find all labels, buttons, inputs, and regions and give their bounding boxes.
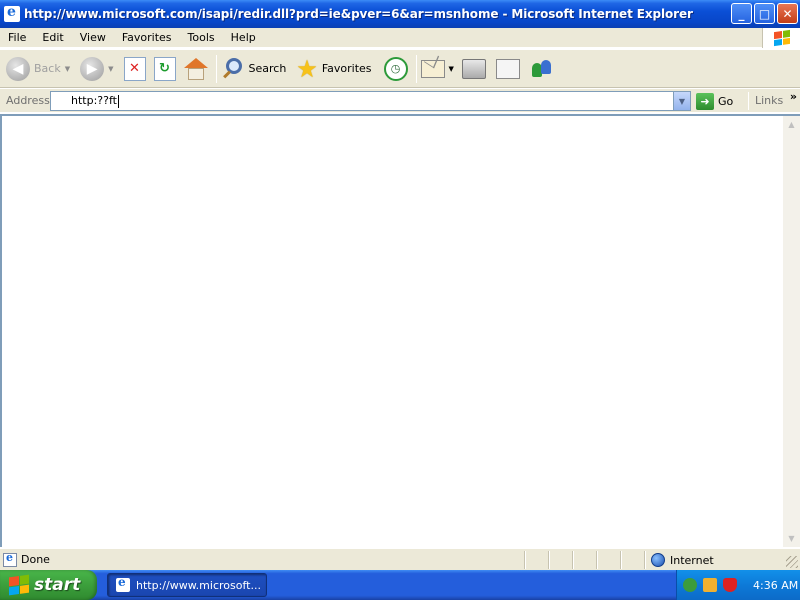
address-text[interactable]: http:??ft — [71, 94, 117, 107]
favorites-star-icon: ★ — [296, 54, 318, 83]
menu-tools[interactable]: Tools — [180, 31, 223, 44]
start-button[interactable]: start — [0, 570, 97, 600]
zone-label: Internet — [670, 553, 714, 567]
address-dropdown-icon[interactable]: ▼ — [673, 92, 690, 110]
text-caret — [117, 94, 119, 108]
search-label: Search — [248, 62, 287, 75]
print-button[interactable] — [461, 53, 486, 85]
address-bar: Address http:??ft ▼ ➜ Go Links » — [0, 89, 800, 113]
window-title: http://www.microsoft.com/isapi/redir.dll… — [24, 7, 693, 21]
go-button[interactable]: ➜ Go — [696, 91, 733, 111]
start-label: start — [34, 575, 81, 595]
search-button[interactable]: Search — [221, 53, 287, 85]
menu-file[interactable]: File — [0, 31, 34, 44]
status-panel — [596, 551, 620, 569]
go-label: Go — [718, 94, 734, 108]
search-icon — [221, 57, 245, 81]
messenger-icon — [530, 57, 554, 81]
taskbar: start http://www.microsoft... 4:36 AM — [0, 570, 800, 600]
menu-help[interactable]: Help — [223, 31, 264, 44]
links-separator — [748, 92, 749, 110]
menu-edit[interactable]: Edit — [34, 31, 71, 44]
menu-view[interactable]: View — [72, 31, 114, 44]
go-arrow-icon: ➜ — [696, 92, 714, 110]
messenger-button[interactable] — [530, 53, 554, 85]
window-controls: _ □ ✕ — [731, 3, 798, 24]
mail-icon — [420, 59, 445, 78]
security-shield-icon[interactable] — [723, 578, 737, 592]
address-label: Address — [6, 94, 50, 107]
status-panel — [572, 551, 596, 569]
back-label: Back — [34, 62, 61, 75]
back-button[interactable]: ◀ Back ▼ — [6, 53, 70, 85]
stop-icon: ✕ — [123, 56, 146, 81]
back-arrow-icon: ◀ — [6, 56, 30, 81]
status-panel — [548, 551, 572, 569]
update-icon[interactable] — [703, 578, 717, 592]
history-button[interactable]: ◷ — [383, 53, 408, 85]
windows-logo-icon — [762, 28, 800, 48]
menu-bar: File Edit View Favorites Tools Help — [0, 28, 800, 48]
refresh-button[interactable]: ↻ — [153, 53, 176, 85]
forward-arrow-icon: ▶ — [80, 56, 105, 81]
stop-button[interactable]: ✕ — [123, 53, 146, 85]
page-content[interactable] — [0, 114, 783, 547]
address-value[interactable]: http:??ft — [71, 94, 119, 108]
home-icon — [183, 57, 208, 81]
ie-logo-icon — [4, 4, 20, 22]
forward-dropdown-icon[interactable]: ▼ — [108, 65, 113, 73]
edit-button[interactable] — [495, 53, 520, 85]
links-label[interactable]: Links — [755, 94, 783, 107]
edit-page-icon — [495, 58, 520, 79]
mail-dropdown-icon[interactable]: ▼ — [449, 65, 454, 73]
status-panel — [524, 551, 548, 569]
taskbar-button-ie[interactable]: http://www.microsoft... — [107, 573, 267, 597]
status-panel — [620, 551, 644, 569]
page-status-icon — [3, 551, 17, 567]
standard-toolbar: ◀ Back ▼ ▶ ▼ ✕ ↻ Search ★ Favorites ◷ ▼ — [0, 49, 800, 88]
back-dropdown-icon[interactable]: ▼ — [65, 65, 70, 73]
refresh-icon: ↻ — [153, 56, 176, 81]
toolbar-separator — [215, 54, 217, 83]
taskbar-button-label: http://www.microsoft... — [136, 578, 261, 592]
favorites-button[interactable]: ★ Favorites — [296, 53, 371, 85]
maximize-button[interactable]: □ — [754, 3, 775, 24]
globe-icon — [651, 553, 665, 567]
status-text: Done — [21, 553, 50, 566]
security-zone[interactable]: Internet — [648, 551, 714, 569]
menu-favorites[interactable]: Favorites — [114, 31, 180, 44]
home-button[interactable] — [183, 53, 208, 85]
history-icon: ◷ — [383, 56, 408, 81]
network-icon[interactable] — [683, 578, 697, 592]
system-tray: 4:36 AM — [676, 570, 800, 600]
minimize-button[interactable]: _ — [731, 3, 752, 24]
chevron-right-icon[interactable]: » — [790, 90, 797, 103]
ie-logo-icon — [116, 575, 130, 592]
close-button[interactable]: ✕ — [777, 3, 798, 24]
status-bar: Done Internet — [0, 548, 800, 570]
windows-logo-icon — [9, 574, 29, 596]
forward-button[interactable]: ▶ ▼ — [80, 53, 114, 85]
favorites-label: Favorites — [321, 62, 372, 75]
toolbar-separator — [415, 54, 417, 83]
vertical-scrollbar[interactable]: ▲ ▼ — [783, 114, 800, 547]
printer-icon — [461, 58, 486, 79]
title-bar[interactable]: http://www.microsoft.com/isapi/redir.dll… — [0, 0, 800, 28]
resize-grip-icon[interactable] — [786, 556, 798, 568]
scroll-up-icon[interactable]: ▲ — [783, 116, 800, 133]
mail-button[interactable]: ▼ — [420, 53, 454, 85]
clock[interactable]: 4:36 AM — [753, 579, 798, 592]
scroll-down-icon[interactable]: ▼ — [783, 530, 800, 547]
address-input[interactable]: http:??ft ▼ — [50, 91, 691, 111]
